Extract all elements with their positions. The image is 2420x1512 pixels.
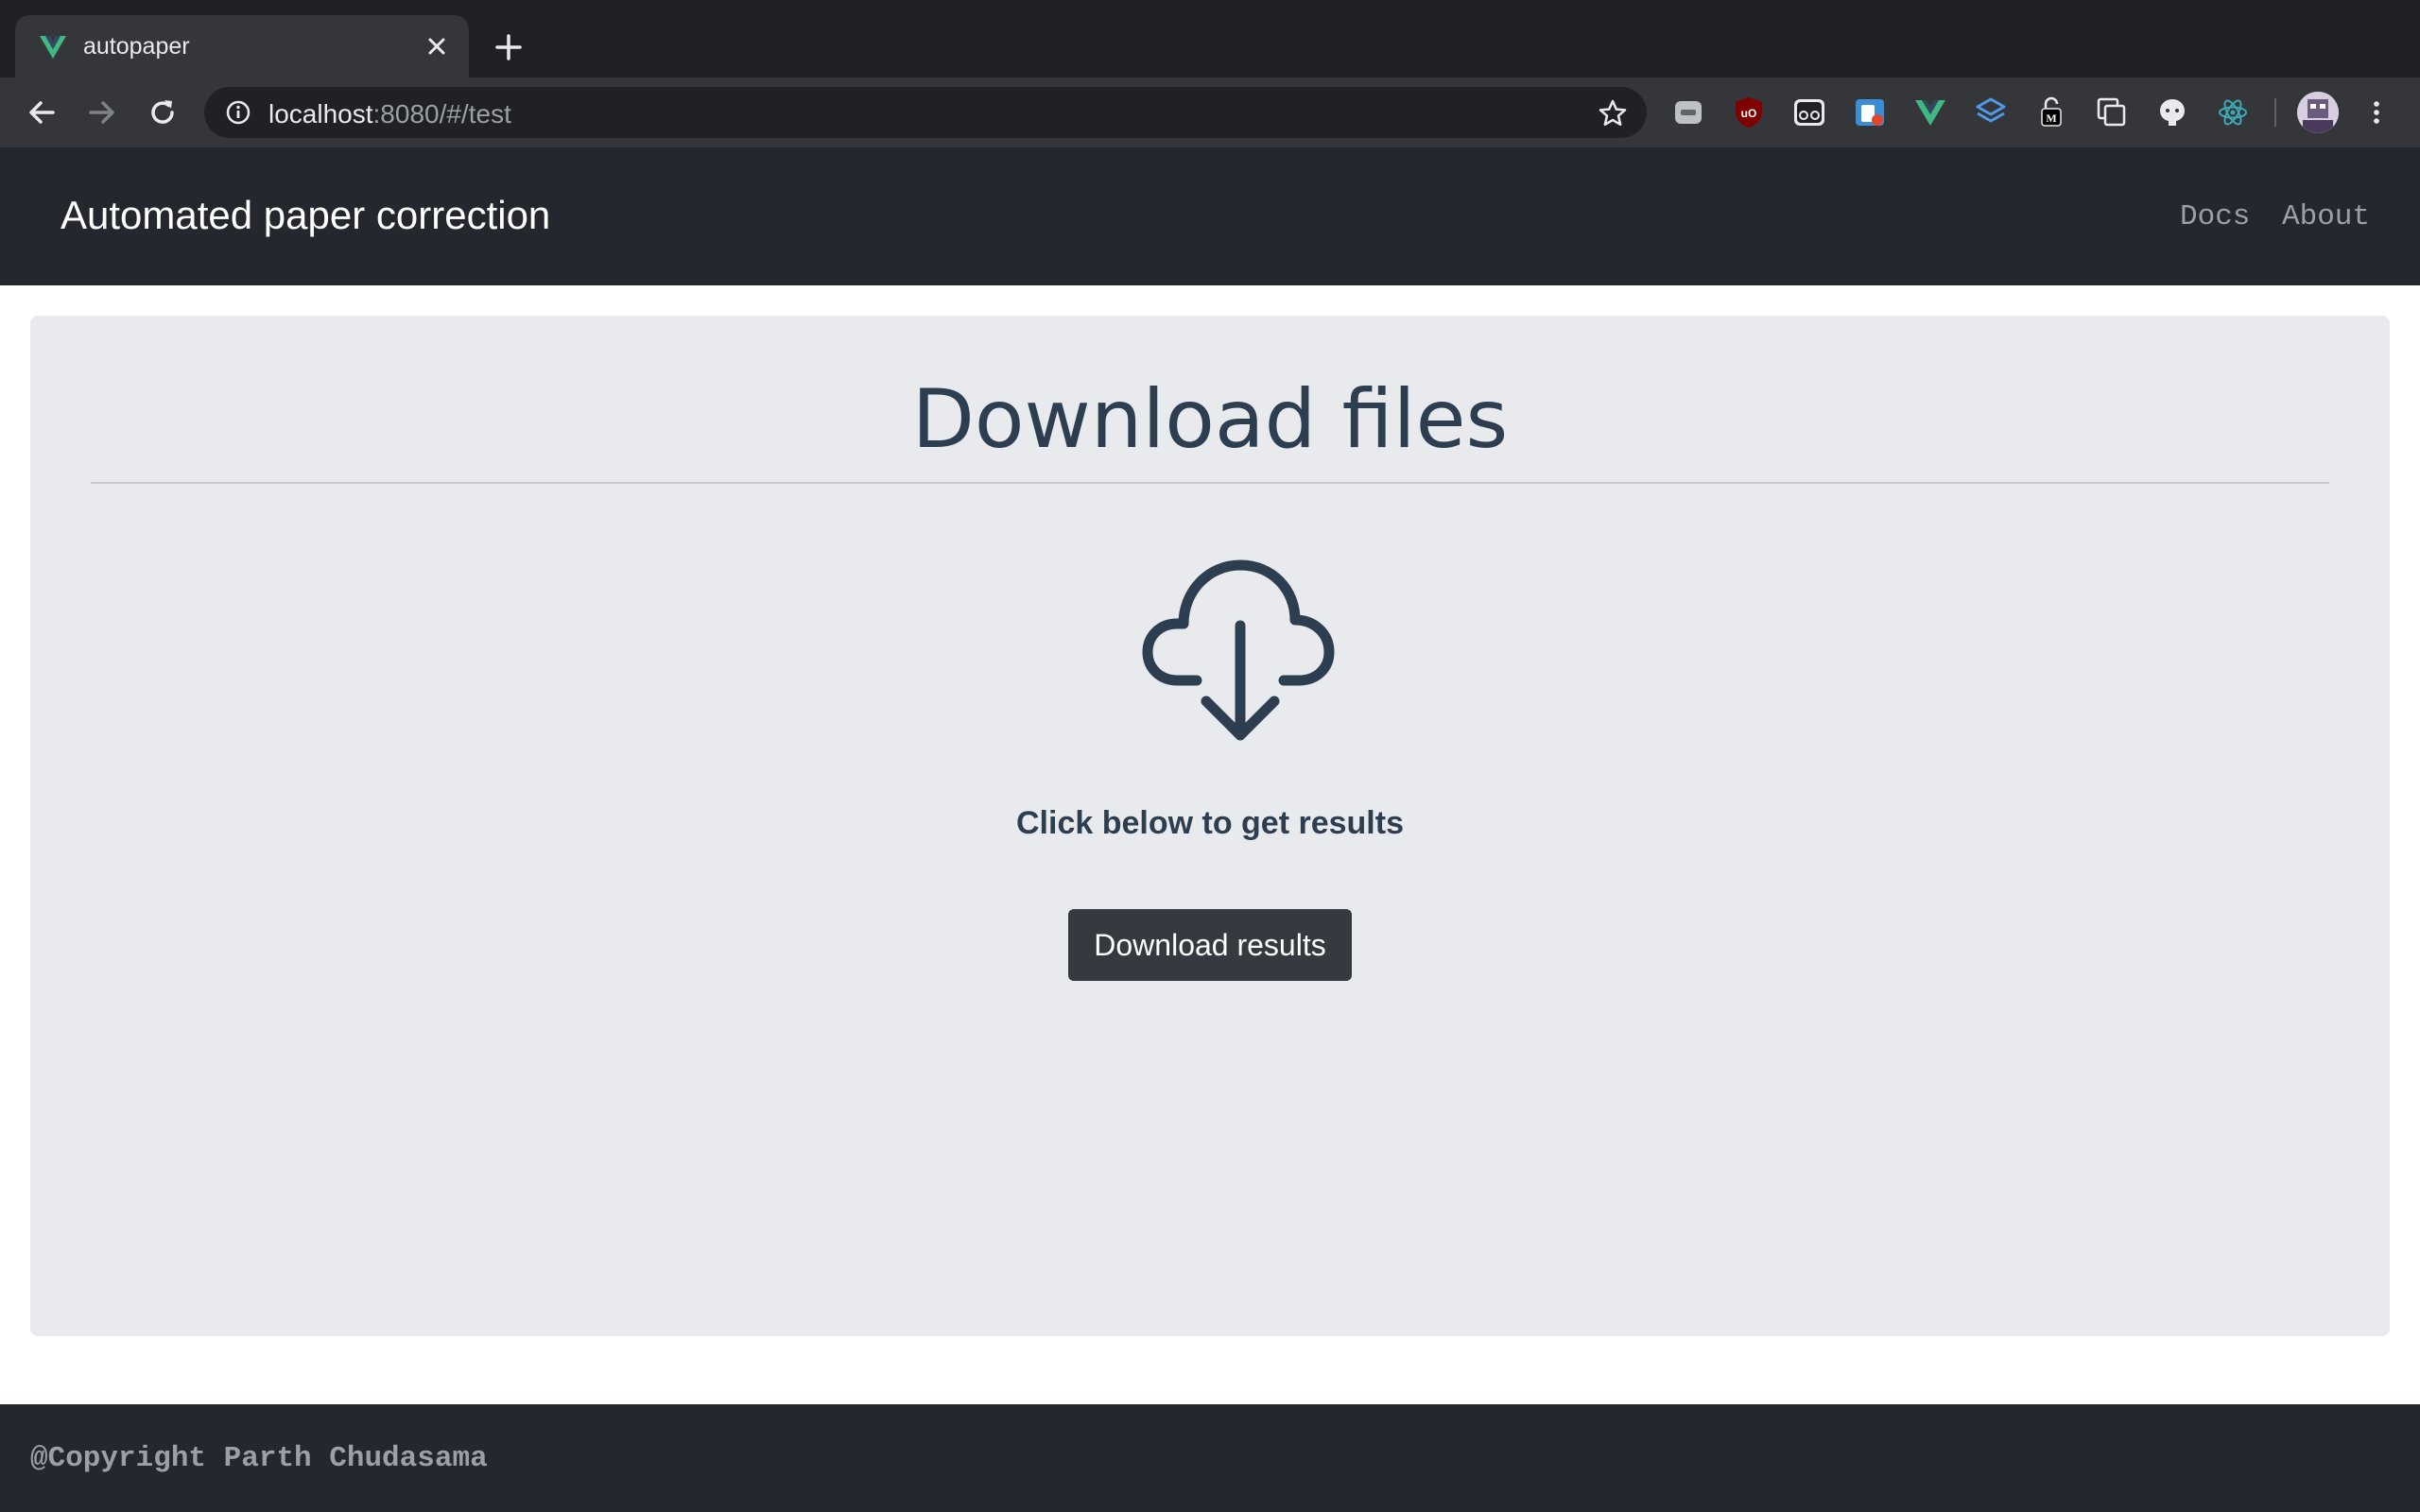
vue-logo-icon <box>40 36 66 59</box>
nav-link-about[interactable]: About <box>2282 200 2370 233</box>
info-icon[interactable] <box>225 99 251 126</box>
avatar-image <box>2297 92 2339 133</box>
gray-extension-icon[interactable] <box>1671 95 1705 129</box>
vue-devtools-icon[interactable] <box>1913 95 1947 129</box>
kebab-menu-icon[interactable] <box>2360 95 2394 129</box>
cloud-download-icon <box>1142 559 1335 741</box>
browser-tab-strip: autopaper <box>0 0 2420 77</box>
ublock-icon[interactable]: uO <box>1732 95 1766 129</box>
address-bar[interactable]: localhost:8080/#/test <box>204 87 1647 138</box>
forward-arrow-icon[interactable] <box>85 95 119 129</box>
instruction-text: Click below to get results <box>1016 805 1404 841</box>
medium-lock-icon[interactable]: M <box>2034 95 2068 129</box>
page-title: Download files <box>911 372 1509 467</box>
tab-extension-icon[interactable] <box>1853 95 1887 129</box>
reload-icon[interactable] <box>146 95 180 129</box>
close-icon[interactable] <box>422 31 452 61</box>
browser-toolbar: localhost:8080/#/test uO M <box>0 77 2420 147</box>
download-card: Download files Click below to get result… <box>30 316 2390 1336</box>
brand-title[interactable]: Automated paper correction <box>60 193 550 238</box>
toolbar-separator <box>2274 98 2276 127</box>
profile-avatar[interactable] <box>2297 92 2339 133</box>
download-results-button[interactable]: Download results <box>1068 909 1352 981</box>
app-navbar: Automated paper correction Docs About <box>0 147 2420 285</box>
url-path: :8080/#/test <box>372 99 511 129</box>
url-host: localhost <box>268 99 373 129</box>
tab-title: autopaper <box>83 33 190 60</box>
back-arrow-icon[interactable] <box>25 95 59 129</box>
github-octocat-icon[interactable] <box>2155 95 2189 129</box>
title-divider <box>91 482 2329 484</box>
new-tab-icon[interactable] <box>492 30 526 64</box>
page-footer: @Copyright Parth Chudasama <box>0 1404 2420 1512</box>
copy-icon[interactable] <box>2095 95 2129 129</box>
reader-glasses-icon[interactable] <box>1792 95 1826 129</box>
atom-icon[interactable] <box>2216 95 2250 129</box>
nav-link-docs[interactable]: Docs <box>2180 200 2250 233</box>
browser-tab[interactable]: autopaper <box>15 15 469 77</box>
url-text: localhost:8080/#/test <box>268 99 511 129</box>
svg-text:M: M <box>2046 112 2056 125</box>
layers-icon[interactable] <box>1974 95 2008 129</box>
svg-text:uO: uO <box>1741 107 1757 120</box>
bookmark-star-icon[interactable] <box>1598 98 1628 129</box>
copyright-text: @Copyright Parth Chudasama <box>30 1442 488 1475</box>
